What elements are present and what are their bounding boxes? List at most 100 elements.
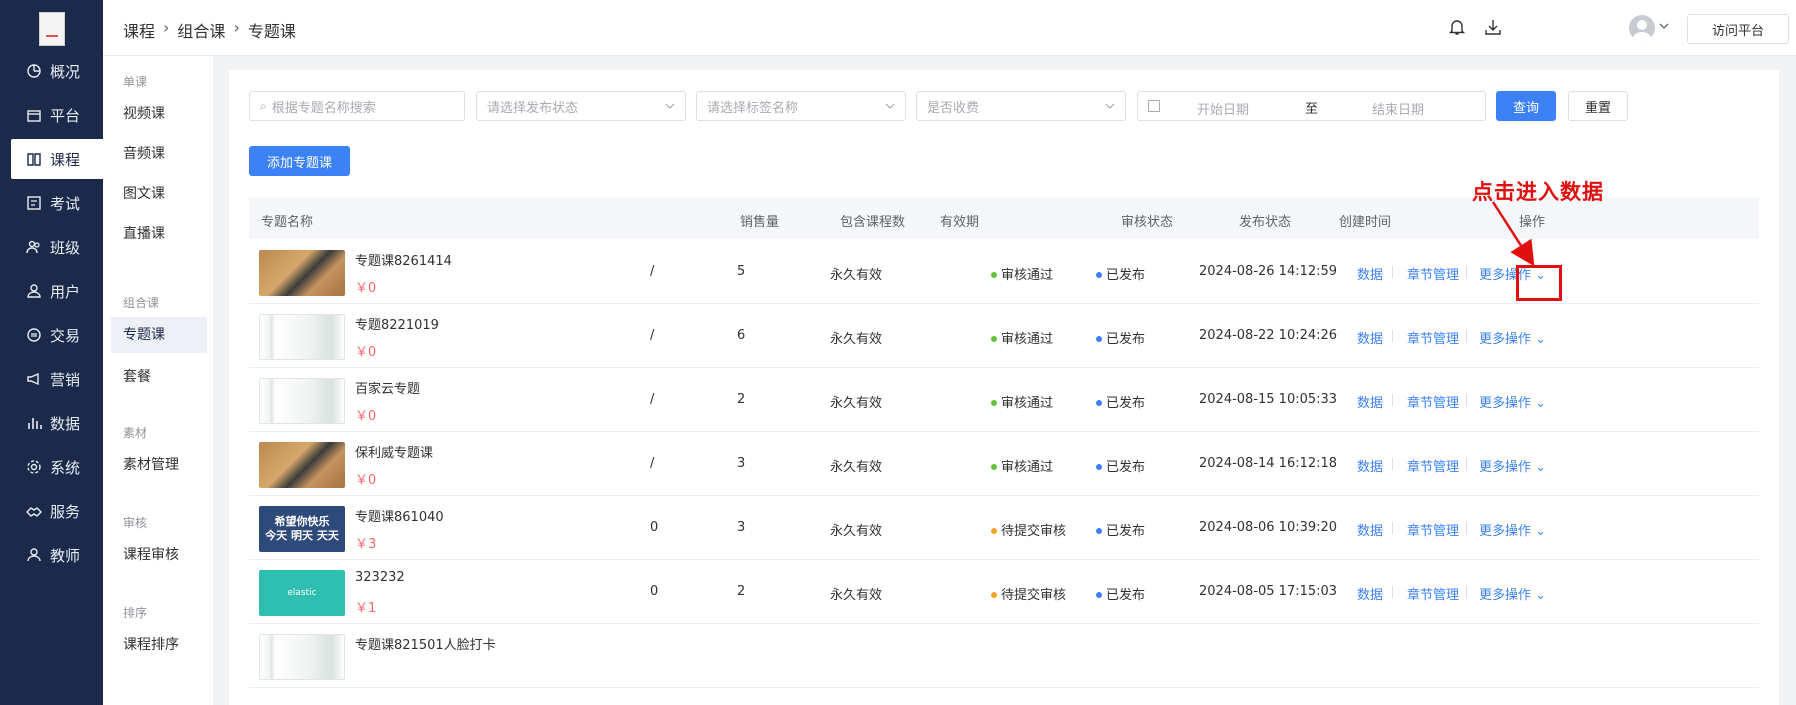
submenu-item-package[interactable]: 套餐 bbox=[123, 366, 151, 386]
more-actions-dropdown[interactable]: 更多操作 ⌄ bbox=[1479, 328, 1546, 347]
chapter-manage-link[interactable]: 章节管理 bbox=[1407, 456, 1459, 475]
course-title[interactable]: 专题课8261414 bbox=[355, 250, 452, 269]
sidebar-item-7[interactable]: 营销 bbox=[0, 359, 103, 399]
chevron-right-icon: › bbox=[233, 18, 240, 37]
sidebar-item-5[interactable]: 用户 bbox=[0, 271, 103, 311]
bell-icon[interactable] bbox=[1448, 18, 1466, 36]
search-input[interactable]: ⌕ 根据专题名称搜索 bbox=[249, 91, 465, 121]
submenu-item-video[interactable]: 视频课 bbox=[123, 103, 165, 123]
course-count-cell: 2 bbox=[737, 392, 746, 407]
app-logo[interactable] bbox=[39, 12, 65, 46]
submenu-item-live[interactable]: 直播课 bbox=[123, 223, 165, 243]
submenu-item-course-review[interactable]: 课程审核 bbox=[123, 544, 179, 564]
course-thumbnail[interactable] bbox=[259, 442, 345, 488]
date-range-picker[interactable]: 开始日期 至 结束日期 bbox=[1137, 91, 1486, 121]
review-status-badge: 审核通过 bbox=[991, 392, 1053, 411]
status-dot-icon bbox=[991, 399, 997, 406]
course-price: ￥0 bbox=[355, 281, 377, 296]
data-link[interactable]: 数据 bbox=[1357, 584, 1383, 603]
submenu-item-topic[interactable]: 专题课 bbox=[111, 317, 207, 353]
submenu-item-material-manage[interactable]: 素材管理 bbox=[123, 454, 179, 474]
course-thumbnail[interactable] bbox=[259, 314, 345, 360]
add-topic-course-button[interactable]: 添加专题课 bbox=[249, 146, 350, 176]
validity-cell: 永久有效 bbox=[830, 460, 883, 475]
sidebar-item-9[interactable]: 系统 bbox=[0, 447, 103, 487]
divider bbox=[1392, 330, 1393, 342]
course-title[interactable]: 专题课861040 bbox=[355, 506, 444, 525]
created-time-cell: 2024-08-14 16:12:18 bbox=[1199, 456, 1338, 471]
more-actions-dropdown[interactable]: 更多操作 ⌄ bbox=[1479, 456, 1546, 475]
sidebar-item-3[interactable]: 考试 bbox=[0, 183, 103, 223]
sidebar-item-11[interactable]: 教师 bbox=[0, 535, 103, 575]
course-title[interactable]: 专题8221019 bbox=[355, 314, 439, 333]
course-thumbnail[interactable] bbox=[259, 634, 345, 680]
status-dot-icon bbox=[1096, 591, 1102, 598]
course-price: ￥3 bbox=[355, 537, 377, 552]
divider bbox=[1392, 458, 1393, 470]
sidebar-item-4[interactable]: 班级 bbox=[0, 227, 103, 267]
publish-status-text: 已发布 bbox=[1106, 524, 1146, 539]
chapter-manage-link[interactable]: 章节管理 bbox=[1407, 328, 1459, 347]
more-actions-dropdown[interactable]: 更多操作 ⌄ bbox=[1479, 392, 1546, 411]
sidebar-item-label: 用户 bbox=[50, 282, 81, 301]
chevron-down-icon bbox=[885, 103, 895, 109]
sidebar-item-2[interactable]: 课程 bbox=[11, 139, 103, 179]
chevron-down-icon[interactable] bbox=[1658, 20, 1670, 38]
submenu-item-audio[interactable]: 音频课 bbox=[123, 143, 165, 163]
publish-status-select[interactable]: 请选择发布状态 bbox=[476, 91, 686, 121]
data-link[interactable]: 数据 bbox=[1357, 520, 1383, 539]
sidebar-item-6[interactable]: 交易 bbox=[0, 315, 103, 355]
chapter-manage-link[interactable]: 章节管理 bbox=[1407, 264, 1459, 283]
sidebar-item-8[interactable]: 数据 bbox=[0, 403, 103, 443]
course-title[interactable]: 百家云专题 bbox=[355, 378, 420, 397]
course-price: ￥1 bbox=[355, 601, 377, 616]
charge-select[interactable]: 是否收费 bbox=[916, 91, 1126, 121]
course-title[interactable]: 323232 bbox=[355, 570, 405, 585]
tag-select[interactable]: 请选择标签名称 bbox=[696, 91, 906, 121]
avatar[interactable] bbox=[1629, 15, 1655, 41]
publish-status-text: 已发布 bbox=[1106, 588, 1146, 603]
chevron-down-icon: ⌄ bbox=[1535, 396, 1547, 411]
submenu-item-course-sort[interactable]: 课程排序 bbox=[123, 634, 179, 654]
clock-pie-icon bbox=[26, 63, 42, 79]
search-icon: ⌕ bbox=[260, 98, 267, 113]
sidebar-item-1[interactable]: 平台 bbox=[0, 95, 103, 135]
reset-button[interactable]: 重置 bbox=[1568, 91, 1628, 121]
chapter-manage-link[interactable]: 章节管理 bbox=[1407, 520, 1459, 539]
chapter-manage-link[interactable]: 章节管理 bbox=[1407, 392, 1459, 411]
sales-cell: / bbox=[650, 456, 655, 471]
sidebar-item-0[interactable]: 概况 bbox=[0, 51, 103, 91]
column-header-review-status: 审核状态 bbox=[1121, 215, 1174, 230]
divider bbox=[1392, 522, 1393, 534]
column-header-created-time: 创建时间 bbox=[1339, 215, 1392, 230]
more-actions-dropdown[interactable]: 更多操作 ⌄ bbox=[1479, 520, 1546, 539]
more-actions-dropdown[interactable]: 更多操作 ⌄ bbox=[1479, 584, 1546, 603]
visit-platform-button[interactable]: 访问平台 bbox=[1687, 14, 1789, 44]
course-thumbnail[interactable]: 希望你快乐 今天 明天 天天 bbox=[259, 506, 345, 552]
table-row: 希望你快乐 今天 明天 天天 专题课861040 ￥3 0 3 永久有效 待提交审核 已发布 20… bbox=[249, 496, 1759, 560]
data-link[interactable]: 数据 bbox=[1357, 392, 1383, 411]
submenu-group-material: 素材 bbox=[123, 426, 148, 440]
submenu-group-sort: 排序 bbox=[123, 606, 148, 620]
breadcrumb-item-course[interactable]: 课程 bbox=[123, 18, 155, 42]
submenu-item-article[interactable]: 图文课 bbox=[123, 183, 165, 203]
created-time-cell: 2024-08-22 10:24:26 bbox=[1199, 328, 1338, 343]
course-title[interactable]: 保利威专题课 bbox=[355, 442, 433, 461]
course-thumbnail[interactable]: elastic bbox=[259, 570, 345, 616]
status-dot-icon bbox=[1096, 271, 1102, 278]
course-thumbnail[interactable] bbox=[259, 250, 345, 296]
query-button[interactable]: 查询 bbox=[1496, 91, 1556, 121]
divider bbox=[1466, 394, 1467, 406]
course-title[interactable]: 专题课821501人脸打卡 bbox=[355, 634, 496, 653]
breadcrumb-item-combo[interactable]: 组合课 bbox=[177, 18, 225, 42]
sidebar-item-10[interactable]: 服务 bbox=[0, 491, 103, 531]
data-link[interactable]: 数据 bbox=[1357, 328, 1383, 347]
divider bbox=[1466, 266, 1467, 278]
validity-cell: 永久有效 bbox=[830, 588, 883, 603]
course-count-cell: 2 bbox=[737, 584, 746, 599]
course-thumbnail[interactable] bbox=[259, 378, 345, 424]
chapter-manage-link[interactable]: 章节管理 bbox=[1407, 584, 1459, 603]
data-link[interactable]: 数据 bbox=[1357, 456, 1383, 475]
download-icon[interactable] bbox=[1484, 18, 1502, 36]
data-link[interactable]: 数据 bbox=[1357, 264, 1383, 283]
